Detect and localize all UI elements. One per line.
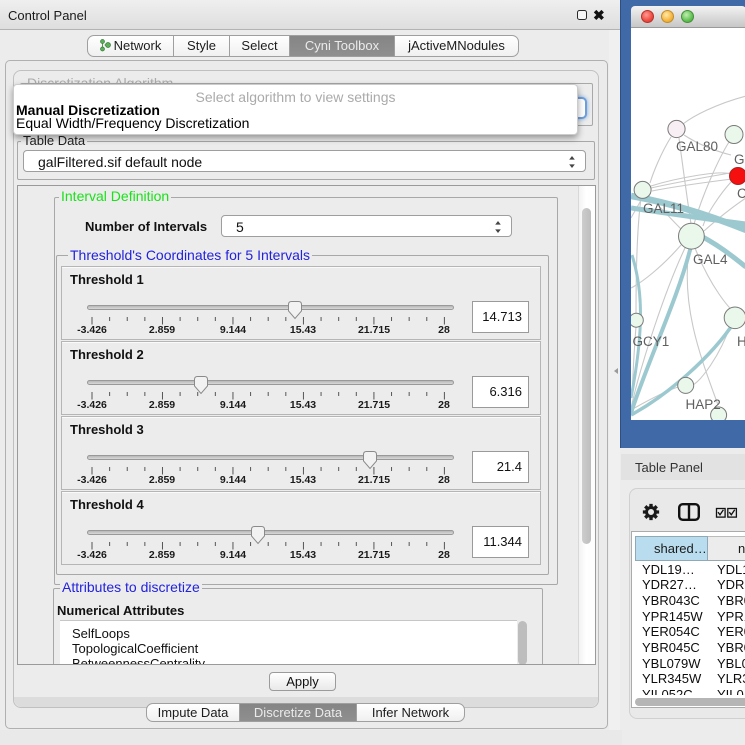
svg-text:HAP2: HAP2 bbox=[686, 397, 721, 412]
svg-text:GAL80: GAL80 bbox=[676, 139, 718, 154]
svg-text:GAL4: GAL4 bbox=[693, 252, 728, 267]
svg-text:GCY1: GCY1 bbox=[633, 334, 670, 349]
svg-text:G.: G. bbox=[734, 152, 745, 167]
svg-text:GAL11: GAL11 bbox=[643, 201, 684, 216]
svg-text:H: H bbox=[737, 334, 745, 349]
svg-text:C: C bbox=[737, 186, 745, 201]
